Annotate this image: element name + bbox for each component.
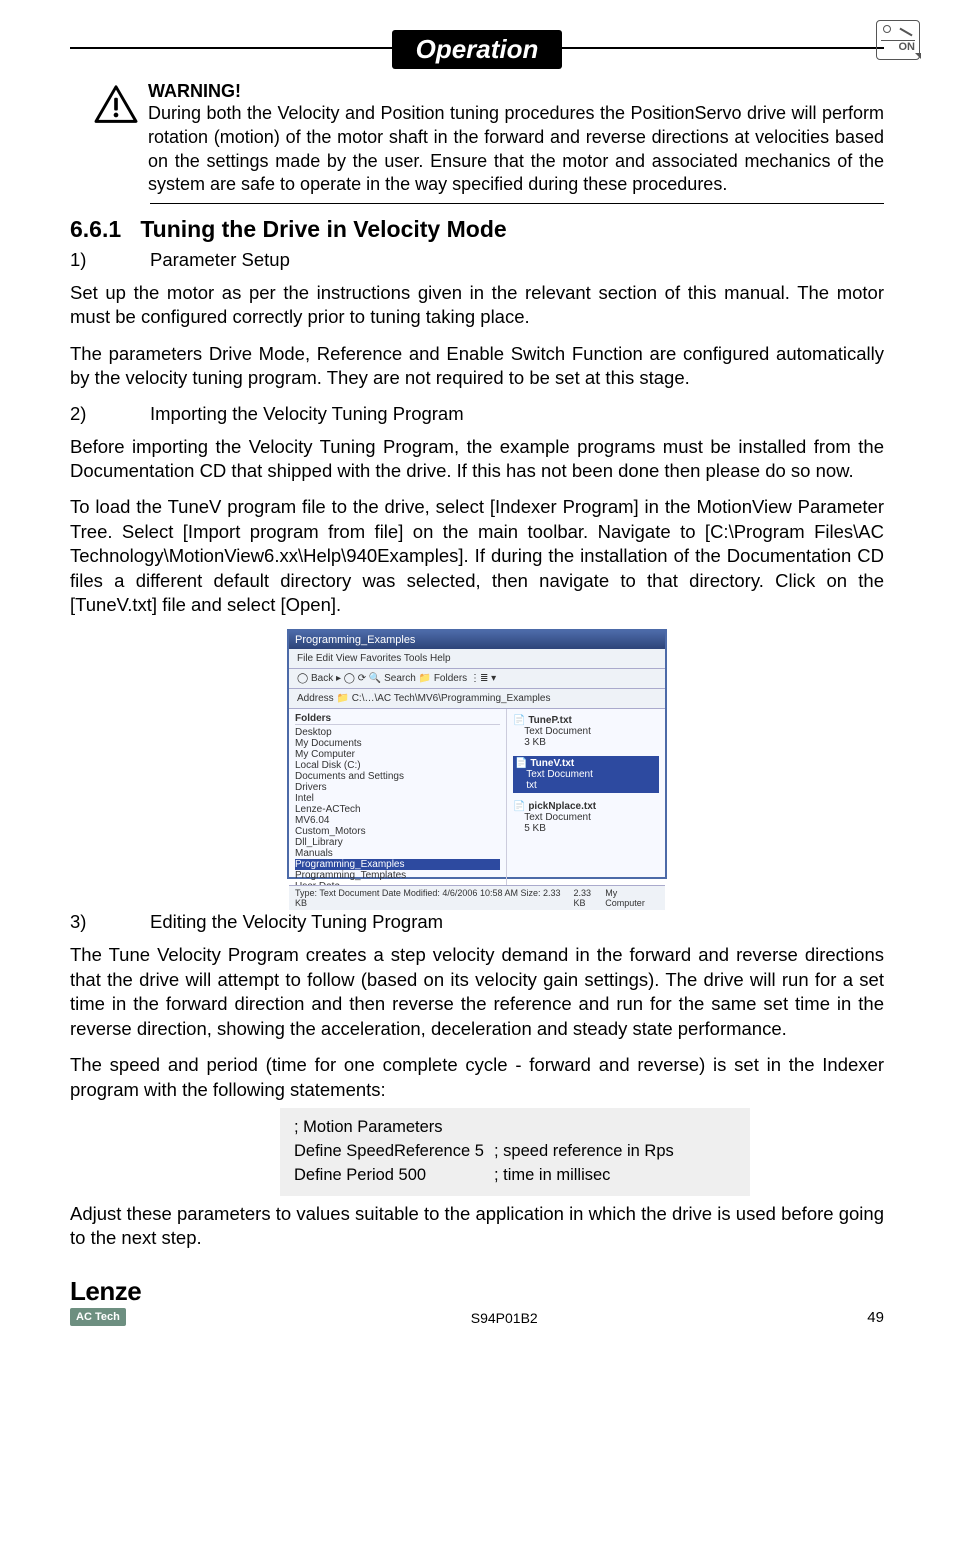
file-pane: 📄 TuneP.txt Text Document 3 KB 📄 TuneV.t… <box>507 709 665 885</box>
window-titlebar: Programming_Examples <box>289 631 665 649</box>
on-icon: ON <box>876 20 920 60</box>
doc-code: S94P01B2 <box>471 1310 538 1326</box>
paragraph: The speed and period (time for one compl… <box>70 1053 884 1102</box>
warning-icon <box>94 81 148 197</box>
paragraph: Before importing the Velocity Tuning Pro… <box>70 435 884 484</box>
warning-body: During both the Velocity and Position tu… <box>148 102 884 197</box>
paragraph: The parameters Drive Mode, Reference and… <box>70 342 884 391</box>
warning-title: WARNING! <box>148 81 884 102</box>
paragraph: Set up the motor as per the instructions… <box>70 281 884 330</box>
header-rule-left <box>70 47 392 49</box>
step-1: 1)Parameter Setup <box>70 249 884 271</box>
step-2: 2)Importing the Velocity Tuning Program <box>70 403 884 425</box>
paragraph: To load the TuneV program file to the dr… <box>70 495 884 617</box>
screenshot-figure: Programming_Examples File Edit View Favo… <box>70 629 884 901</box>
paragraph: The Tune Velocity Program creates a step… <box>70 943 884 1041</box>
brand-logo: Lenze AC Tech <box>70 1276 141 1326</box>
paragraph: Adjust these parameters to values suitab… <box>70 1202 884 1251</box>
page-title: Operation <box>392 30 563 69</box>
folder-tree: Folders Desktop My Documents My Computer… <box>289 709 507 885</box>
warning-divider <box>150 203 884 204</box>
code-block: ; Motion Parameters Define SpeedReferenc… <box>280 1108 750 1196</box>
window-address: Address 📁 C:\…\AC Tech\MV6\Programming_E… <box>289 689 665 709</box>
window-navbar: ◯ Back ▸ ◯ ⟳ 🔍 Search 📁 Folders ⋮≣ ▾ <box>289 669 665 689</box>
section-heading: 6.6.1 Tuning the Drive in Velocity Mode <box>70 216 884 243</box>
window-menu: File Edit View Favorites Tools Help <box>289 649 665 669</box>
window-statusbar: Type: Text Document Date Modified: 4/6/2… <box>289 885 665 910</box>
page-number: 49 <box>867 1309 884 1326</box>
step-3: 3)Editing the Velocity Tuning Program <box>70 911 884 933</box>
header-rule-right <box>562 47 884 49</box>
